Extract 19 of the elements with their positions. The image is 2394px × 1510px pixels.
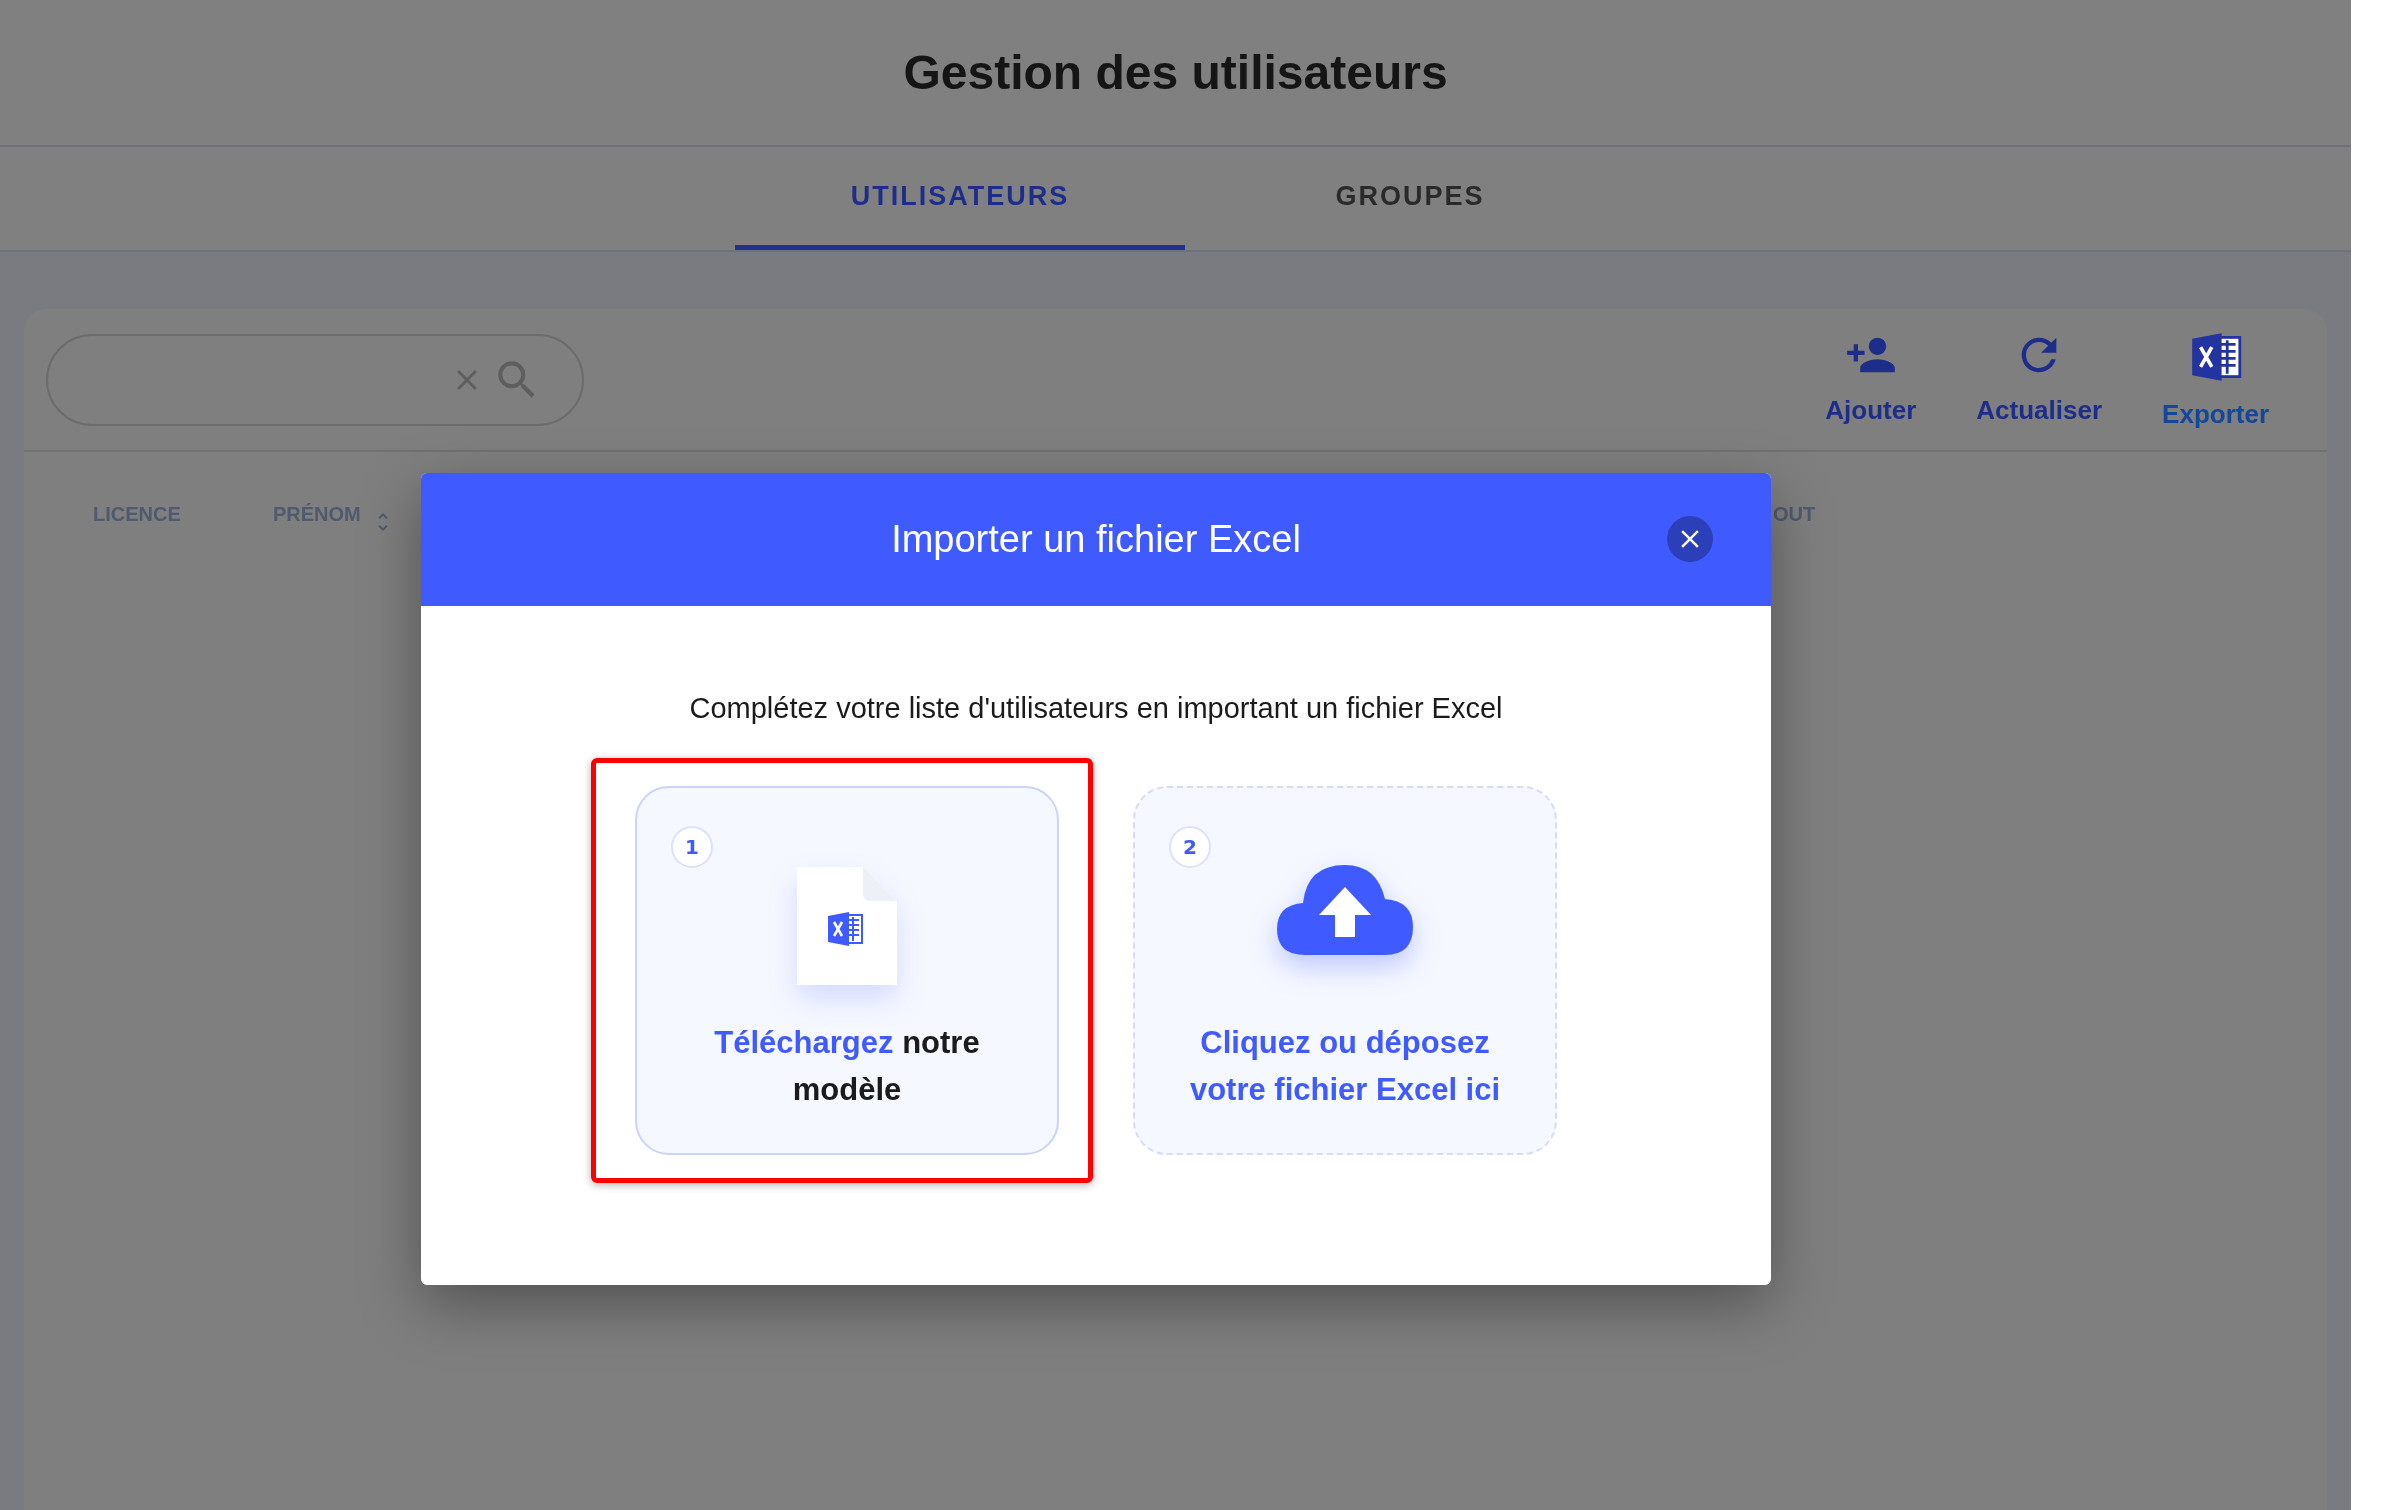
step-number: 2 (1169, 826, 1211, 868)
download-card[interactable]: 1 Téléchargez notre modèle (635, 786, 1059, 1155)
tab[interactable]: GROUPES (1185, 147, 1635, 250)
step-text: Téléchargez notre modèle (713, 1024, 981, 1109)
tab[interactable]: UTILISATEURS (735, 147, 1185, 250)
close-button[interactable] (1667, 516, 1713, 562)
upload-dropzone[interactable]: 2 Cliquez ou déposez votre fichier Excel ici (1133, 786, 1557, 1155)
dialog-title: Importer un fichier Excel (891, 518, 1301, 561)
excel-file-icon (797, 867, 897, 985)
cloud-upload-icon (1277, 865, 1413, 955)
toolbar-button[interactable]: Ajouter (1819, 329, 1923, 430)
search-field[interactable] (46, 333, 584, 426)
toolbar-button[interactable]: Actualiser (1970, 329, 2109, 430)
download-link[interactable]: Téléchargez (714, 1025, 894, 1060)
dialog-message: Complétez votre liste d'utilisateurs en important un fichier Excel (688, 692, 1504, 725)
page-title: Gestion des utilisateurs (903, 45, 1448, 100)
toolbar-button[interactable]: Exporter (2156, 329, 2275, 430)
step-number: 1 (671, 826, 713, 868)
upload-link[interactable]: Cliquez ou déposez votre fichier Excel ici (1175, 1019, 1515, 1113)
